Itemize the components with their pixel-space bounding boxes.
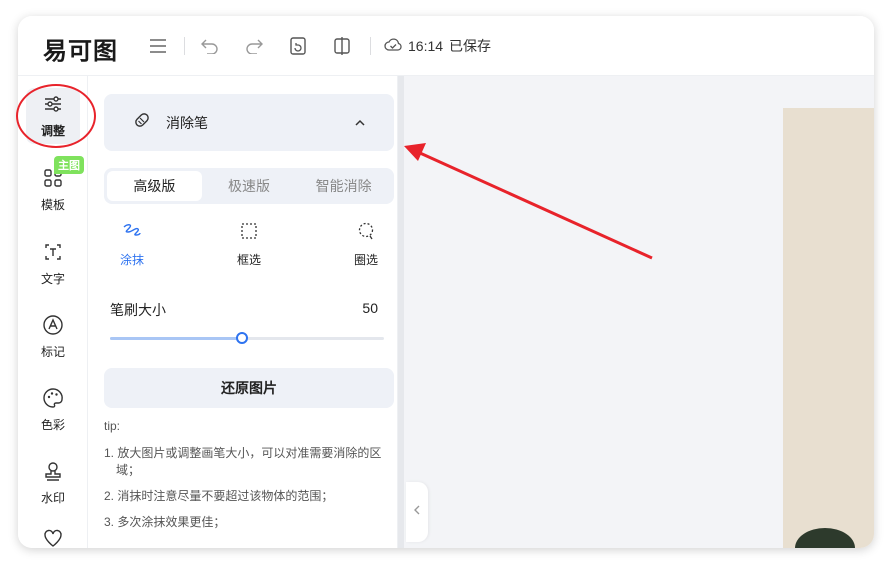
tip-item: 1. 放大图片或调整画笔大小，可以对准需要消除的区域； xyxy=(104,446,382,477)
heart-icon xyxy=(42,527,64,549)
mode-lasso-select[interactable]: 圈选 xyxy=(338,222,394,268)
version-tabs: 高级版 极速版 智能消除 xyxy=(104,168,394,204)
toolbar-divider xyxy=(370,37,371,55)
compare-icon[interactable] xyxy=(330,34,354,58)
menu-icon[interactable] xyxy=(146,34,170,58)
tips-section: tip: 1. 放大图片或调整画笔大小，可以对准需要消除的区域； 2. 消抹时注… xyxy=(104,418,388,540)
nav-label: 水印 xyxy=(40,491,65,505)
nav-label: 色彩 xyxy=(40,418,65,432)
brush-size-label: 笔刷大小 xyxy=(110,302,166,318)
nav-label: 文字 xyxy=(40,272,65,286)
save-status: 16:14 已保存 xyxy=(384,34,491,58)
mode-box-select[interactable]: 框选 xyxy=(221,222,277,268)
canvas-area[interactable] xyxy=(404,76,874,548)
cloud-icon xyxy=(384,37,402,56)
toolbar-divider xyxy=(184,37,185,55)
history-icon[interactable] xyxy=(286,34,310,58)
chevron-up-icon[interactable] xyxy=(354,114,366,132)
annotation-circle xyxy=(16,84,96,148)
tab-smart-erase[interactable]: 智能消除 xyxy=(296,171,391,201)
app-window: 易可图 16:14 已保存 调整 模板 主图 文字 标记 色彩 水印 消除笔 高… xyxy=(18,16,874,548)
collapse-panel-handle[interactable] xyxy=(406,482,428,542)
mode-label: 圈选 xyxy=(353,253,378,267)
box-select-icon xyxy=(240,222,258,243)
chevron-left-icon xyxy=(413,503,421,521)
nav-item-text[interactable]: 文字 xyxy=(26,236,80,292)
nav-label: 模板 xyxy=(40,198,65,212)
lasso-icon xyxy=(357,222,375,243)
redo-icon[interactable] xyxy=(242,34,266,58)
stamp-icon xyxy=(42,460,64,485)
eraser-tool-header[interactable]: 消除笔 xyxy=(104,94,394,151)
nav-item-more[interactable] xyxy=(26,524,80,548)
nav-item-watermark[interactable]: 水印 xyxy=(26,455,80,511)
app-logo[interactable]: 易可图 xyxy=(43,31,118,66)
brush-size-slider[interactable] xyxy=(110,332,384,344)
tab-advanced[interactable]: 高级版 xyxy=(107,171,202,201)
palette-icon xyxy=(42,387,64,412)
smear-icon xyxy=(121,222,143,243)
save-time: 16:14 xyxy=(408,38,444,54)
main-image-badge: 主图 xyxy=(54,156,84,174)
slider-fill xyxy=(110,337,242,340)
restore-image-button[interactable]: 还原图片 xyxy=(104,368,394,408)
mode-label: 涂抹 xyxy=(119,253,144,267)
save-label: 已保存 xyxy=(449,38,492,54)
tips-title: tip: xyxy=(104,419,121,433)
nav-item-color[interactable]: 色彩 xyxy=(26,382,80,438)
mode-label: 框选 xyxy=(236,253,261,267)
nav-item-marker[interactable]: 标记 xyxy=(26,309,80,365)
nav-label: 标记 xyxy=(40,345,65,359)
tab-fast[interactable]: 极速版 xyxy=(202,171,297,201)
tip-item: 3. 多次涂抹效果更佳； xyxy=(104,515,226,529)
marker-icon xyxy=(42,314,64,339)
brush-size-row: 笔刷大小 50 xyxy=(110,300,378,320)
tool-panel: 消除笔 高级版 极速版 智能消除 涂抹 框选 圈选 笔刷大小 50 还原图片 t… xyxy=(88,76,398,548)
erase-modes: 涂抹 框选 圈选 xyxy=(104,222,394,270)
text-icon xyxy=(42,241,64,266)
undo-icon[interactable] xyxy=(198,34,222,58)
mode-smear[interactable]: 涂抹 xyxy=(104,222,160,268)
tip-item: 2. 消抹时注意尽量不要超过该物体的范围； xyxy=(104,489,334,503)
top-toolbar: 易可图 16:14 已保存 xyxy=(18,16,874,76)
product-image[interactable] xyxy=(783,108,874,548)
brush-size-value: 50 xyxy=(362,300,378,316)
slider-knob[interactable] xyxy=(236,332,248,344)
eraser-icon xyxy=(132,110,152,135)
tool-title: 消除笔 xyxy=(166,114,208,131)
plant-thumbnail xyxy=(795,528,855,548)
